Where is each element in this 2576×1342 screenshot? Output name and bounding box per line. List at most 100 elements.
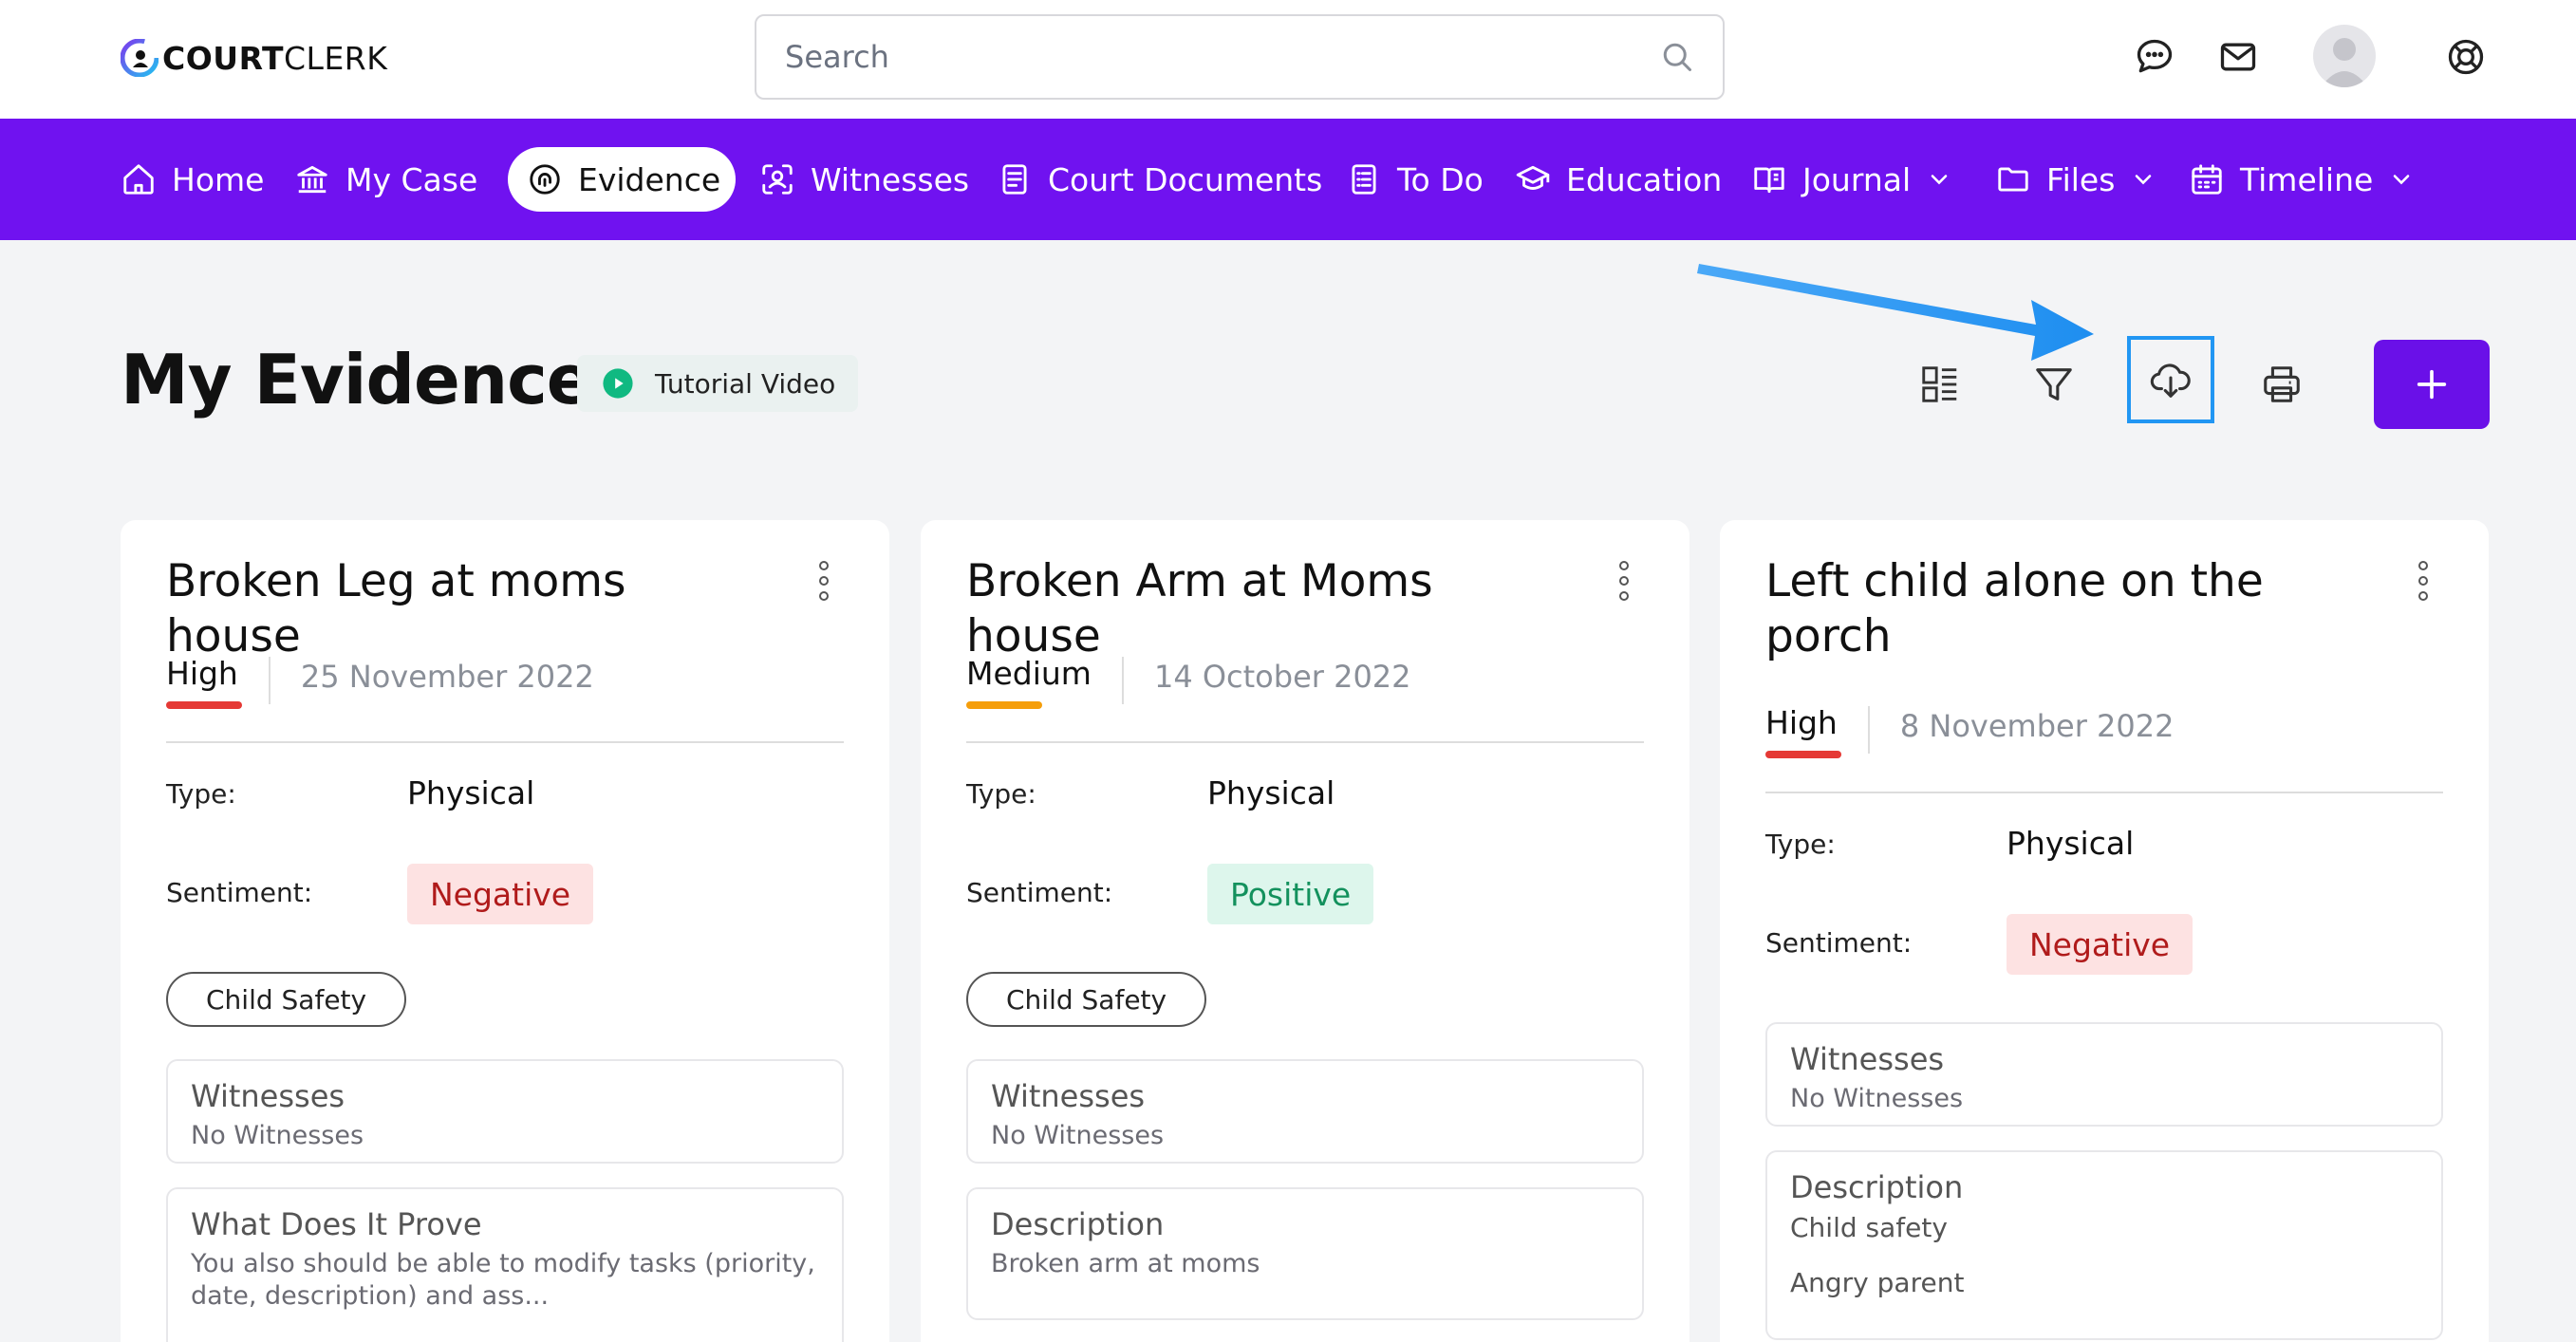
more-options-icon[interactable]	[1617, 560, 1631, 602]
what-it-proves-text: You also should be able to modify tasks …	[191, 1249, 815, 1311]
calendar-icon	[2192, 164, 2222, 195]
divider	[1867, 706, 1870, 754]
type-value: Physical	[407, 774, 535, 811]
search-box	[755, 14, 1725, 100]
description-box: Description Child safety Angry parent	[1765, 1150, 2443, 1340]
nav-evidence-label: Evidence	[578, 160, 721, 198]
nav-timeline[interactable]: Timeline	[2189, 147, 2415, 212]
nav-education-label: Education	[1566, 160, 1723, 198]
face-scan-icon	[762, 164, 793, 195]
nav-home[interactable]: Home	[121, 147, 264, 212]
nav-witnesses[interactable]: Witnesses	[759, 147, 969, 212]
sentiment-label: Sentiment:	[966, 877, 1113, 908]
view-toggle-button[interactable]	[1903, 347, 1977, 421]
evidence-date: 14 October 2022	[1153, 659, 1411, 695]
card-meta: High 25 November 2022	[166, 655, 594, 721]
priority-label: High	[166, 655, 242, 709]
what-it-proves-title: What Does It Prove	[191, 1206, 482, 1242]
chat-icon[interactable]	[2134, 36, 2175, 78]
description-title: Description	[1790, 1169, 1964, 1205]
more-options-icon[interactable]	[2417, 560, 2430, 602]
search-input[interactable]	[785, 16, 1639, 98]
lifebuoy-icon[interactable]	[2445, 36, 2487, 78]
nav-files-label: Files	[2046, 160, 2116, 198]
card-meta: High 8 November 2022	[1765, 704, 2174, 771]
brand-name: COURTCLERK	[162, 39, 388, 77]
nav-my-case-label: My Case	[345, 160, 478, 198]
description-title: Description	[991, 1206, 1165, 1242]
card-title: Left child alone on the porch	[1765, 555, 2264, 662]
witnesses-title: Witnesses	[191, 1078, 345, 1114]
logo-mark-icon	[120, 38, 159, 78]
add-evidence-button[interactable]	[2374, 340, 2490, 429]
witnesses-text: No Witnesses	[991, 1121, 1165, 1150]
nav-court-documents[interactable]: Court Documents	[997, 147, 1322, 212]
search-icon[interactable]	[1660, 40, 1694, 74]
description-line: Child safety	[1790, 1212, 1948, 1243]
witnesses-text: No Witnesses	[191, 1121, 364, 1150]
print-button[interactable]	[2245, 347, 2319, 421]
play-icon	[603, 368, 633, 399]
mail-icon[interactable]	[2217, 36, 2259, 78]
journal-icon	[1754, 167, 1784, 194]
nav-timeline-label: Timeline	[2240, 160, 2374, 198]
sentiment-badge: Negative	[407, 864, 594, 924]
what-it-proves-box: What Does It Prove You also should be ab…	[166, 1187, 844, 1342]
witnesses-box: Witnesses No Witnesses	[1765, 1022, 2443, 1127]
sentiment-label: Sentiment:	[166, 877, 313, 908]
divider	[1121, 657, 1124, 704]
nav-education[interactable]: Education	[1515, 147, 1722, 212]
download-button[interactable]	[2127, 336, 2214, 423]
type-value: Physical	[1207, 774, 1335, 811]
priority-label: High	[1765, 704, 1841, 758]
type-label: Type:	[966, 778, 1036, 810]
evidence-card[interactable]: Left child alone on the porch High 8 Nov…	[1720, 520, 2489, 1342]
evidence-card[interactable]: Broken Leg at moms house High 25 Novembe…	[121, 520, 889, 1342]
witnesses-box: Witnesses No Witnesses	[966, 1059, 1644, 1164]
tutorial-video-button[interactable]: Tutorial Video	[577, 355, 859, 412]
fingerprint-icon	[530, 164, 560, 195]
divider	[166, 741, 844, 743]
card-meta: Medium 14 October 2022	[966, 655, 1411, 721]
folder-icon	[1998, 167, 2028, 192]
evidence-card[interactable]: Broken Arm at Moms house Medium 14 Octob…	[921, 520, 1689, 1342]
nav-evidence[interactable]: Evidence	[508, 147, 737, 212]
nav-to-do-label: To Do	[1397, 160, 1484, 198]
user-avatar[interactable]	[2313, 25, 2376, 87]
top-bar: COURTCLERK	[0, 0, 2576, 119]
graduation-cap-icon	[1516, 165, 1550, 190]
card-title: Broken Leg at moms house	[166, 555, 626, 662]
chevron-down-icon	[2136, 175, 2152, 185]
sentiment-badge: Positive	[1207, 864, 1374, 924]
nav-journal[interactable]: Journal	[1751, 147, 1952, 212]
nav-witnesses-label: Witnesses	[811, 160, 970, 198]
checklist-icon	[1352, 164, 1376, 195]
bank-icon	[297, 165, 327, 194]
nav-court-documents-label: Court Documents	[1048, 160, 1323, 198]
page-title: My Evidence	[121, 340, 593, 419]
type-value: Physical	[2007, 825, 2135, 862]
document-icon	[1002, 164, 1027, 195]
chevron-down-icon	[1931, 175, 1948, 185]
nav-files[interactable]: Files	[1995, 147, 2156, 212]
witnesses-box: Witnesses No Witnesses	[166, 1059, 844, 1164]
nav-to-do[interactable]: To Do	[1346, 147, 1484, 212]
filter-button[interactable]	[2017, 347, 2091, 421]
evidence-date: 8 November 2022	[1899, 708, 2175, 744]
witnesses-title: Witnesses	[1790, 1041, 1945, 1077]
description-text: Broken arm at moms	[991, 1249, 1260, 1278]
more-options-icon[interactable]	[817, 560, 831, 602]
tag-chip[interactable]: Child Safety	[166, 972, 407, 1027]
tag-chip[interactable]: Child Safety	[966, 972, 1207, 1027]
nav-journal-label: Journal	[1802, 160, 1912, 198]
list-view-icon	[1922, 366, 1957, 402]
app-logo[interactable]: COURTCLERK	[120, 35, 388, 81]
cloud-download-icon	[2150, 363, 2191, 398]
printer-icon	[2264, 366, 2300, 402]
avatar-icon	[2321, 38, 2368, 87]
type-label: Type:	[1765, 829, 1836, 860]
description-box: Description Broken arm at moms	[966, 1187, 1644, 1320]
filter-icon	[2036, 368, 2072, 401]
chevron-down-icon	[2394, 175, 2410, 185]
nav-my-case[interactable]: My Case	[294, 147, 477, 212]
